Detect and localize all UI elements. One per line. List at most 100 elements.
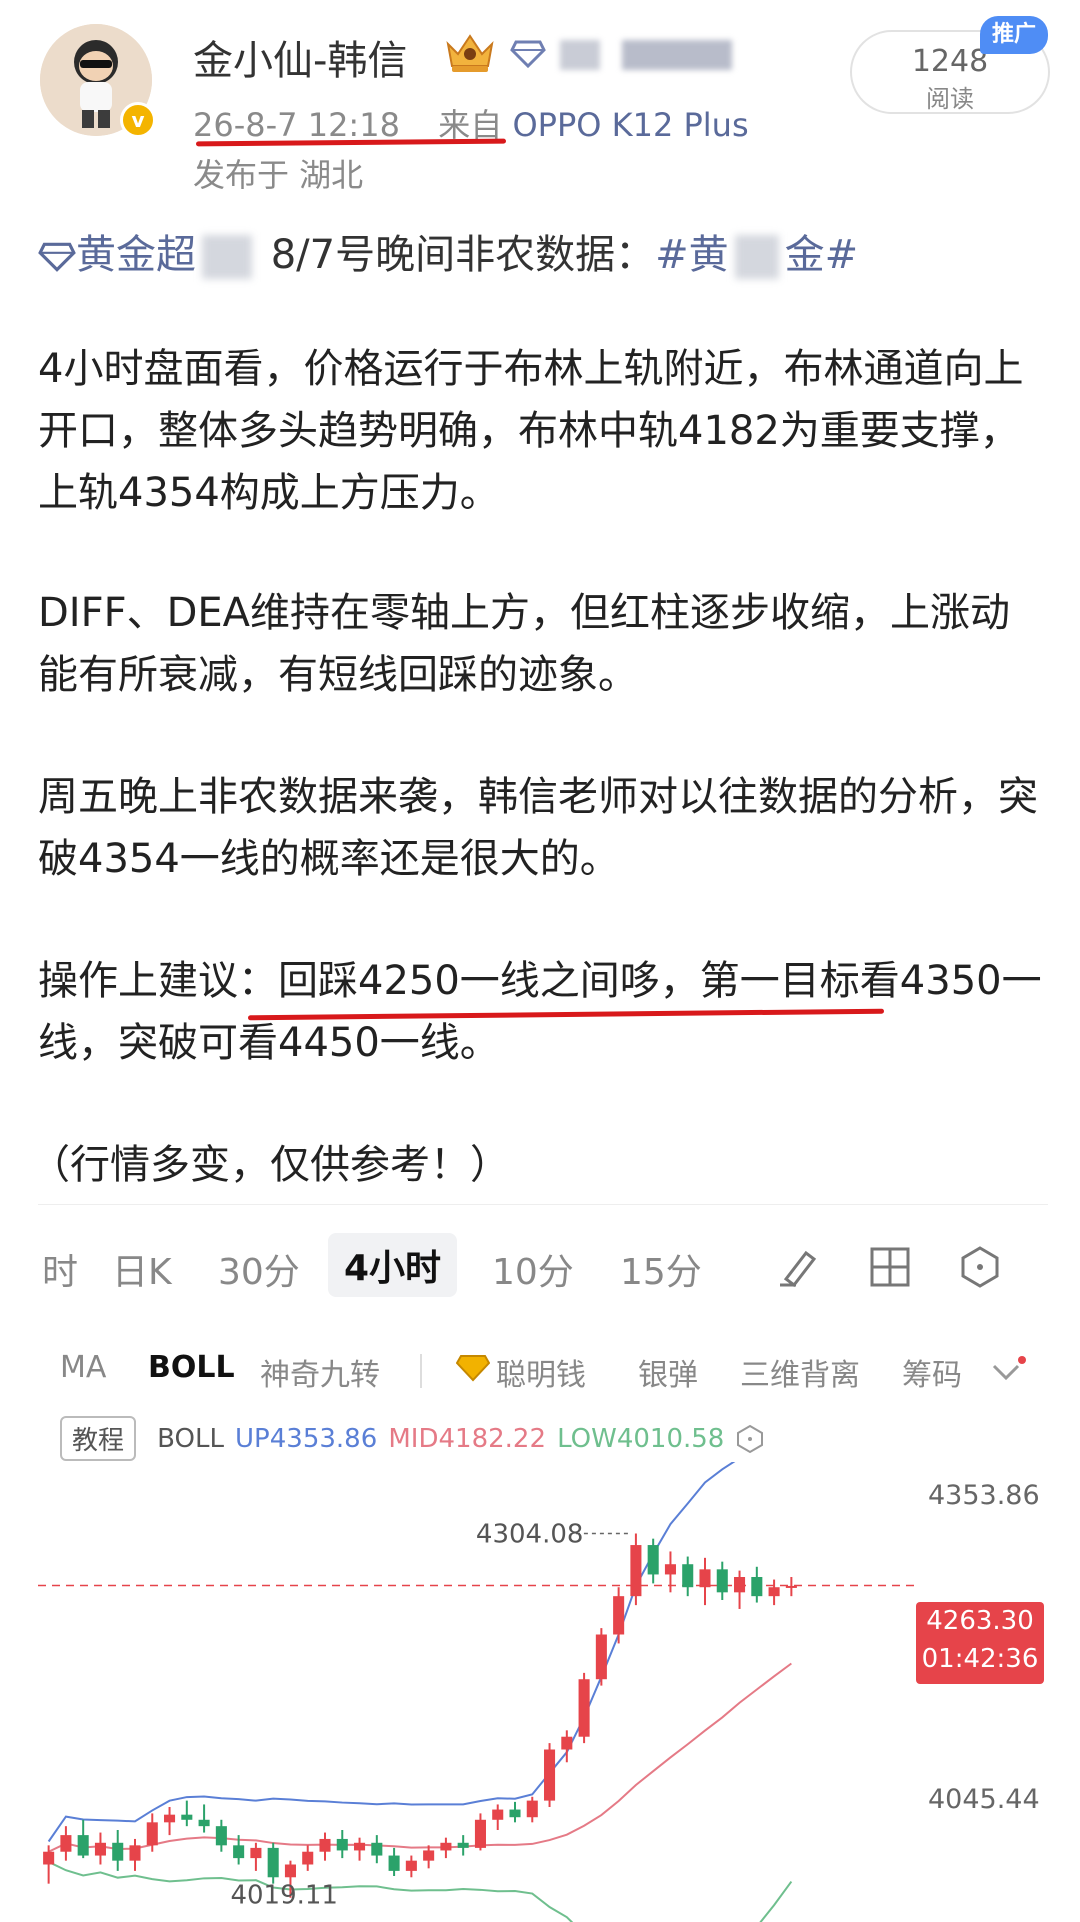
candle-body — [768, 1587, 780, 1597]
tab-hour[interactable]: 时 — [42, 1243, 78, 1295]
candle-body — [423, 1850, 435, 1861]
candle-body — [129, 1845, 141, 1861]
indicator-smart-money[interactable]: 聪明钱 — [496, 1350, 586, 1394]
blurred-text — [734, 235, 779, 279]
candle-body — [164, 1814, 176, 1823]
indicator-ma[interactable]: MA — [60, 1350, 106, 1385]
candle-body — [457, 1842, 469, 1848]
candle-body — [198, 1819, 210, 1827]
candle-body — [682, 1564, 694, 1588]
legend-up: UP4353.86 — [235, 1423, 378, 1454]
topic-line: 黄金超 8/7号晚间非农数据：#黄 金# — [38, 222, 858, 280]
candle-body — [561, 1736, 573, 1750]
indicator-tabs: MA BOLL 神奇九转 聪明钱 银弹 三维背离 筹码 — [38, 1328, 1048, 1408]
boll-legend: 教程 BOLL UP4353.86 MID4182.22 LOW4010.58 — [60, 1416, 765, 1461]
candle-body — [751, 1577, 763, 1597]
tab-30min[interactable]: 30分 — [218, 1243, 300, 1295]
candle-body — [302, 1851, 314, 1865]
candle-body — [716, 1569, 728, 1593]
candle-body — [734, 1577, 746, 1593]
axis-label-top: 4353.86 — [928, 1480, 1040, 1511]
candle-body — [215, 1826, 227, 1846]
candle-body — [250, 1847, 262, 1859]
candle-body — [60, 1835, 72, 1852]
indicator-chips[interactable]: 筹码 — [902, 1350, 972, 1394]
read-label: 阅读 — [926, 85, 974, 113]
legend-low: LOW4010.58 — [557, 1423, 725, 1454]
legend-name: BOLL — [157, 1423, 224, 1454]
settings-hexagon-icon[interactable] — [735, 1424, 765, 1454]
username[interactable]: 金小仙-韩信 — [193, 28, 407, 86]
candle-body — [630, 1545, 642, 1597]
candle-body — [699, 1569, 711, 1588]
blurred-badge — [622, 40, 732, 70]
candle-body — [595, 1634, 607, 1680]
blurred-badge — [560, 40, 600, 70]
candle-body — [544, 1749, 556, 1801]
boll-middle-line — [48, 1662, 792, 1853]
indicator-boll[interactable]: BOLL — [148, 1350, 235, 1385]
post-paragraph-2: DIFF、DEA维持在零轴上方，但红柱逐步收缩，上涨动能有所衰减，有短线回踩的迹… — [38, 590, 1011, 698]
candle-body — [526, 1800, 538, 1818]
candle-body — [77, 1835, 89, 1856]
indicator-nine-turns[interactable]: 神奇九转 — [260, 1350, 380, 1394]
topic-link[interactable]: 黄金超 — [76, 232, 196, 278]
high-price-label: 4304.08 — [476, 1520, 584, 1550]
tab-15min[interactable]: 15分 — [620, 1243, 702, 1295]
indicator-3d-divergence[interactable]: 三维背离 — [740, 1350, 860, 1394]
blurred-text — [202, 235, 252, 279]
diamond-gold-icon — [456, 1355, 490, 1382]
kline-chart-image[interactable]: 时 日K 30分 4小时 10分 15分 MA BOLL 神奇九转 聪明钱 银弹… — [38, 1204, 1048, 1922]
post-timestamp: 26-8-7 12:18 — [193, 106, 400, 144]
candle-body — [664, 1564, 676, 1575]
candle-body — [474, 1819, 486, 1848]
draw-tool-icon[interactable] — [776, 1245, 820, 1289]
tab-10min[interactable]: 10分 — [492, 1243, 574, 1295]
candle-body — [578, 1679, 590, 1737]
candle-body — [284, 1864, 296, 1878]
candle-body — [509, 1809, 521, 1818]
candle-body — [233, 1845, 245, 1859]
low-price-label: 4019.11 — [230, 1881, 338, 1911]
candle-body — [371, 1842, 383, 1856]
post-paragraph-1: 4小时盘面看，价格运行于布林上轨附近，布林通道向上开口，整体多头趋势明确，布林中… — [38, 346, 1024, 516]
boll-upper-line — [47, 1462, 736, 1843]
topic-text: 8/7号晚间非农数据： — [270, 232, 656, 278]
grid-icon[interactable] — [868, 1245, 912, 1289]
candle-body — [181, 1814, 193, 1820]
candle-body — [319, 1838, 331, 1852]
post-location: 发布于 湖北 — [193, 156, 364, 194]
chevron-down-icon[interactable] — [988, 1356, 1028, 1386]
candle-body — [613, 1596, 625, 1635]
divider — [420, 1354, 422, 1388]
candle-body — [405, 1860, 417, 1871]
candle-body — [267, 1847, 279, 1878]
tab-4hour[interactable]: 4小时 — [328, 1233, 458, 1297]
tutorial-button[interactable]: 教程 — [60, 1416, 137, 1461]
candle-body — [43, 1851, 55, 1865]
candle-body — [336, 1838, 348, 1851]
candle-body — [354, 1842, 366, 1851]
candle-body — [785, 1585, 797, 1588]
verified-badge-icon: v — [120, 102, 156, 138]
candlestick-chart[interactable]: 4304.08 4019.11 — [38, 1462, 1048, 1922]
timeframe-tabs: 时 日K 30分 4小时 10分 15分 — [38, 1204, 1048, 1324]
candle-body — [492, 1809, 504, 1820]
post-paragraph-3: 周五晚上非农数据来袭，韩信老师对以往数据的分析，突破4354一线的概率还是很大的… — [38, 774, 1038, 882]
tab-daily[interactable]: 日K — [112, 1243, 172, 1295]
hashtag-open: #黄 — [655, 232, 729, 278]
crown-badge-icon — [446, 34, 494, 72]
hashtag-close: 金# — [784, 232, 859, 278]
settings-hexagon-icon[interactable] — [958, 1245, 1002, 1289]
diamond-badge-icon — [510, 40, 546, 68]
countdown: 01:42:36 — [921, 1644, 1039, 1674]
device-name[interactable]: OPPO K12 Plus — [512, 106, 748, 144]
candle-body — [388, 1855, 400, 1871]
candle-body — [647, 1545, 659, 1575]
candle-body — [94, 1842, 106, 1856]
current-price: 4263.30 — [926, 1606, 1034, 1636]
promo-tag: 推广 — [980, 16, 1048, 54]
hashtag-link[interactable]: #黄 金# — [655, 232, 859, 279]
indicator-silver-bullet[interactable]: 银弹 — [638, 1350, 698, 1394]
current-price-tag: 4263.30 01:42:36 — [916, 1602, 1044, 1684]
